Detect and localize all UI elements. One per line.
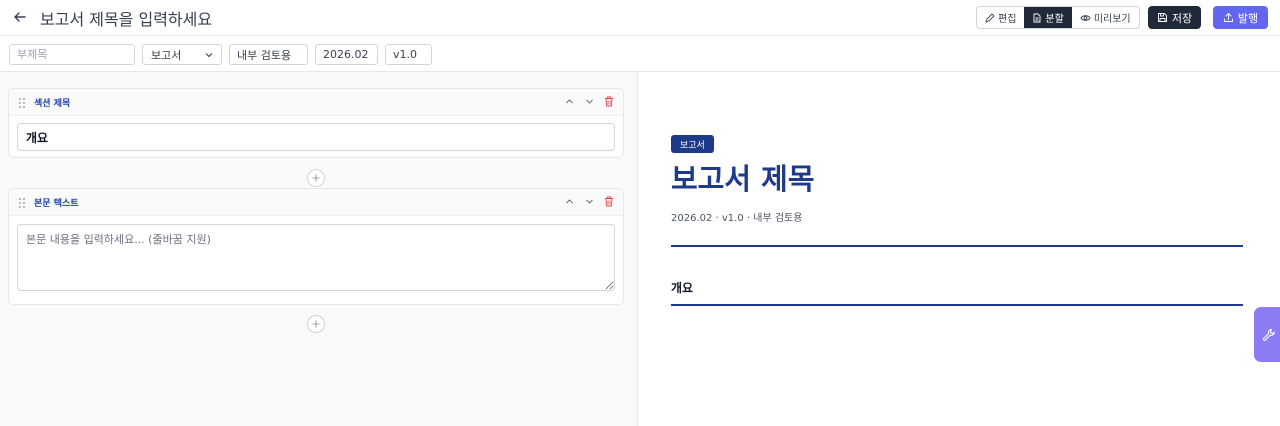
add-block-button[interactable] (307, 315, 325, 333)
preview-meta-line: 2026.02 · v1.0 · 내부 검토용 (671, 213, 803, 224)
metadata-bar: 보고서 (0, 36, 1280, 72)
drag-handle-icon[interactable] (18, 97, 26, 109)
preview-section-heading: 개요 (671, 281, 694, 295)
view-mode-edit-button[interactable]: 편집 (977, 7, 1024, 28)
publish-label: 발행 (1237, 11, 1259, 25)
delete-block-button[interactable] (603, 95, 615, 107)
preview-title: 보고서 제목 (671, 162, 815, 196)
preview-section-divider (671, 304, 1243, 306)
block-actions (563, 195, 615, 207)
pencil-icon (985, 12, 995, 23)
move-up-button[interactable] (563, 95, 575, 107)
view-mode-toggle: 편집 분할 미리보기 (976, 6, 1140, 29)
audience-input[interactable] (229, 44, 308, 65)
drag-handle-icon[interactable] (18, 197, 26, 209)
body-text-textarea[interactable] (17, 224, 615, 291)
back-button[interactable] (10, 7, 30, 27)
date-input[interactable] (315, 44, 378, 65)
preview-doc-type-badge: 보고서 (671, 135, 714, 153)
save-label: 저장 (1171, 11, 1193, 25)
view-mode-split-label: 분할 (1045, 14, 1064, 25)
chevron-down-icon (585, 99, 593, 104)
arrow-left-icon (14, 12, 26, 22)
document-title[interactable]: 보고서 제목을 입력하세요 (40, 6, 212, 30)
chevron-down-icon (585, 199, 593, 204)
block-type-label: 섹션 제목 (34, 99, 71, 109)
move-down-button[interactable] (583, 95, 595, 107)
chevron-up-icon (565, 198, 573, 203)
doc-type-select[interactable]: 보고서 (142, 44, 222, 65)
block-header: 섹션 제목 (9, 89, 623, 116)
preview-divider (671, 245, 1243, 247)
subtitle-input[interactable] (9, 44, 135, 65)
view-mode-preview-label: 미리보기 (1093, 14, 1131, 25)
chevron-up-icon (565, 98, 573, 103)
publish-button[interactable]: 발행 (1213, 6, 1268, 29)
plus-icon (312, 174, 320, 182)
tools-floating-button[interactable] (1254, 307, 1280, 362)
block-section-heading: 섹션 제목 (8, 88, 624, 158)
view-mode-split-button[interactable]: 분할 (1024, 7, 1072, 28)
view-mode-edit-label: 편집 (998, 14, 1017, 25)
save-button[interactable]: 저장 (1148, 6, 1201, 29)
section-heading-input[interactable] (17, 123, 615, 151)
doc-type-value: 보고서 (151, 48, 182, 62)
document-icon (1033, 13, 1041, 22)
version-input[interactable] (385, 44, 432, 65)
chevron-down-icon (205, 52, 213, 57)
upload-icon (1223, 13, 1233, 22)
editor-pane: 섹션 제목 본문 텍스트 (0, 72, 638, 426)
wrench-icon (1262, 328, 1275, 341)
plus-icon (312, 320, 320, 328)
move-up-button[interactable] (563, 195, 575, 207)
block-type-label: 본문 텍스트 (34, 199, 79, 209)
trash-icon (605, 96, 613, 106)
move-down-button[interactable] (583, 195, 595, 207)
block-actions (563, 95, 615, 107)
eye-icon (1080, 14, 1091, 21)
preview-pane: 보고서 보고서 제목 2026.02 · v1.0 · 내부 검토용 개요 (639, 72, 1280, 426)
block-body-text: 본문 텍스트 (8, 188, 624, 305)
add-block-button[interactable] (307, 169, 325, 187)
trash-icon (605, 196, 613, 206)
top-bar: 보고서 제목을 입력하세요 편집 분할 미리보기 저장 발행 (0, 0, 1280, 36)
block-header: 본문 텍스트 (9, 189, 623, 216)
floppy-disk-icon (1157, 13, 1167, 22)
view-mode-preview-button[interactable]: 미리보기 (1072, 7, 1139, 28)
delete-block-button[interactable] (603, 195, 615, 207)
